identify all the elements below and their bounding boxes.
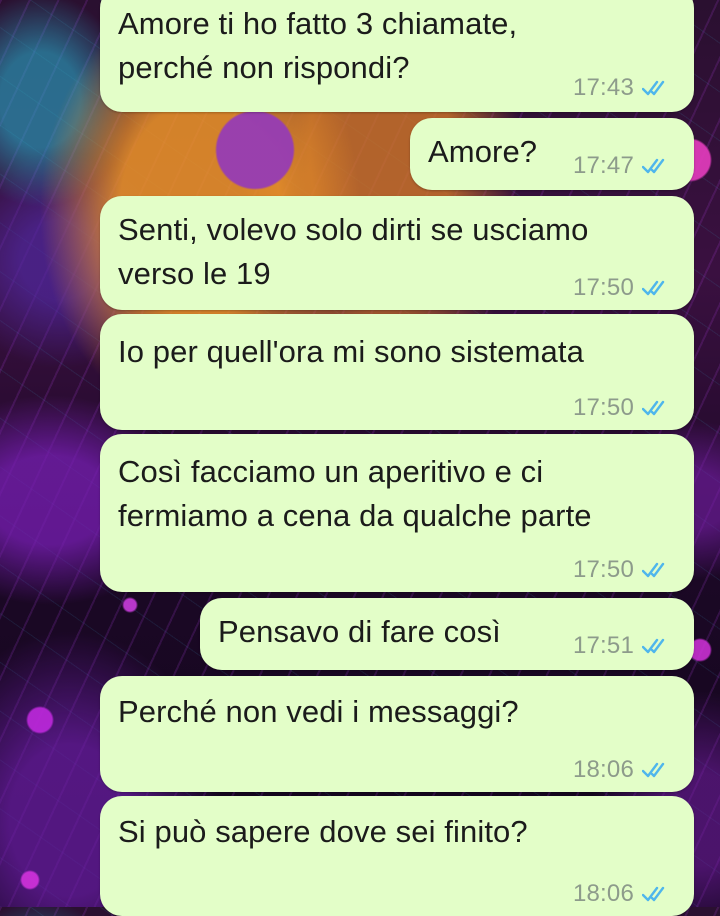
message-meta: 18:06 [573,756,672,784]
message-bubble[interactable]: Si può sapere dove sei finito? 18:06 [100,796,694,916]
message-time: 17:51 [572,632,634,659]
message-time: 17:47 [572,152,634,179]
message-time: 18:06 [572,756,634,783]
double-check-icon [642,80,665,96]
message-meta: 17:51 [573,632,672,660]
message-time: 17:50 [572,394,634,421]
message-time: 18:06 [572,880,634,907]
message-meta: 17:50 [573,556,672,584]
double-check-icon [642,400,665,416]
chat-conversation: Amore ti ho fatto 3 chiamate, perché non… [0,0,720,916]
message-text: Io per quell'ora mi sono sistemata [118,334,584,369]
message-bubble[interactable]: Perché non vedi i messaggi? 18:06 [100,676,694,792]
message-bubble[interactable]: Amore? 17:47 [410,118,694,190]
message-bubble[interactable]: Così facciamo un aperitivo e ci fermiamo… [100,434,694,592]
message-meta: 17:43 [573,74,672,102]
message-time: 17:43 [572,74,634,101]
message-bubble[interactable]: Senti, volevo solo dirti se usciamo vers… [100,196,694,310]
double-check-icon [642,886,665,902]
message-bubble[interactable]: Pensavo di fare così 17:51 [200,598,694,670]
double-check-icon [642,158,665,174]
message-text: Amore? [428,134,538,169]
message-text: Si può sapere dove sei finito? [118,814,528,849]
message-text: Pensavo di fare così [218,614,501,649]
message-time: 17:50 [572,274,634,301]
double-check-icon [642,638,665,654]
message-bubble[interactable]: Io per quell'ora mi sono sistemata 17:50 [100,314,694,430]
double-check-icon [642,280,665,296]
message-meta: 17:47 [573,152,672,180]
message-meta: 18:06 [573,880,672,908]
message-text: Così facciamo un aperitivo e ci fermiamo… [118,454,592,533]
double-check-icon [642,762,665,778]
message-meta: 17:50 [573,274,672,302]
message-meta: 17:50 [573,394,672,422]
message-time: 17:50 [572,556,634,583]
message-text: Perché non vedi i messaggi? [118,694,519,729]
double-check-icon [642,562,665,578]
message-bubble[interactable]: Amore ti ho fatto 3 chiamate, perché non… [100,0,694,112]
